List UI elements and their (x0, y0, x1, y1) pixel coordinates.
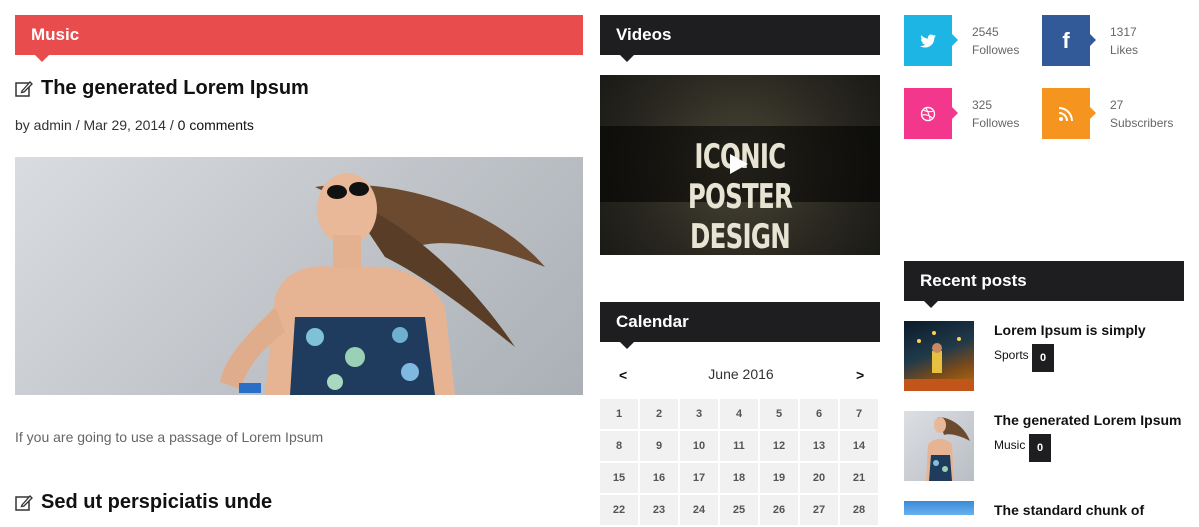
calendar-day[interactable]: 24 (680, 495, 718, 525)
calendar-day[interactable]: 10 (680, 431, 718, 461)
recent-posts-header-notch (924, 301, 938, 308)
calendar-day[interactable]: 27 (800, 495, 838, 525)
recent-posts-heading: Recent posts (920, 271, 1027, 290)
post-title[interactable]: The generated Lorem Ipsum (15, 77, 309, 100)
calendar-day[interactable]: 17 (680, 463, 718, 493)
calendar-day[interactable]: 3 (680, 399, 718, 429)
facebook-label: Likes (1110, 43, 1139, 57)
calendar-day[interactable]: 19 (760, 463, 798, 493)
dribbble-label: Followes (972, 116, 1020, 130)
calendar-day[interactable]: 23 (640, 495, 678, 525)
calendar-week: 1 2 3 4 5 6 7 (600, 399, 880, 429)
calendar-week: 22 23 24 25 26 27 28 (600, 495, 880, 525)
rss-count: 27 (1110, 98, 1124, 112)
edit-icon (15, 80, 33, 97)
calendar-day[interactable]: 5 (760, 399, 798, 429)
post-excerpt: If you are going to use a passage of Lor… (15, 429, 324, 445)
recent-post-title[interactable]: The generated Lorem Ipsum (994, 412, 1181, 428)
post-featured-image[interactable] (15, 157, 583, 395)
facebook-icon: f (1062, 27, 1070, 53)
calendar-week: 15 16 17 18 19 20 21 (600, 463, 880, 493)
post-title-text: Sed ut perspiciatis unde (41, 491, 273, 513)
music-section-header: Music (15, 15, 583, 55)
calendar-day[interactable]: 4 (720, 399, 758, 429)
calendar-day[interactable]: 7 (840, 399, 878, 429)
stadium-illustration (904, 331, 974, 391)
twitter-button[interactable] (904, 15, 952, 66)
calendar-section-header: Calendar (600, 302, 880, 342)
recent-post-title[interactable]: The standard chunk of (994, 502, 1144, 518)
rss-icon (1058, 106, 1073, 121)
twitter-pointer (952, 34, 958, 46)
videos-heading: Videos (616, 25, 672, 44)
calendar-heading: Calendar (616, 312, 689, 331)
recent-post-category[interactable]: Music (994, 438, 1025, 452)
calendar-week: 8 9 10 11 12 13 14 (600, 431, 880, 461)
recent-posts-section-header: Recent posts (904, 261, 1184, 301)
twitter-count-block: 2545 Followes (972, 23, 1019, 59)
twitter-count: 2545 (972, 25, 999, 39)
play-icon[interactable] (730, 154, 748, 174)
calendar-day[interactable]: 25 (720, 495, 758, 525)
calendar-grid: 1 2 3 4 5 6 7 8 9 10 11 12 13 14 15 16 1… (600, 399, 880, 527)
recent-post-thumbnail[interactable] (904, 411, 974, 481)
calendar-day[interactable]: 12 (760, 431, 798, 461)
recent-post-comment-count: 0 (1029, 434, 1051, 462)
woman-photo-illustration (220, 173, 545, 395)
calendar-day[interactable]: 16 (640, 463, 678, 493)
calendar-day[interactable]: 6 (800, 399, 838, 429)
edit-icon (15, 494, 33, 511)
calendar-month-label: June 2016 (708, 366, 774, 382)
recent-post-comment-count: 0 (1032, 344, 1054, 372)
post-title-text: The generated Lorem Ipsum (41, 77, 309, 99)
calendar-day[interactable]: 18 (720, 463, 758, 493)
dribbble-count-block: 325 Followes (972, 96, 1019, 132)
calendar-day[interactable]: 2 (640, 399, 678, 429)
rss-label: Subscribers (1110, 116, 1174, 130)
calendar-day[interactable]: 9 (640, 431, 678, 461)
post-meta: by admin / Mar 29, 2014 / 0 comments (15, 117, 254, 133)
calendar-day[interactable]: 1 (600, 399, 638, 429)
calendar-day[interactable]: 13 (800, 431, 838, 461)
rss-count-block: 27 Subscribers (1110, 96, 1173, 132)
videos-section-header: Videos (600, 15, 880, 55)
twitter-icon (920, 34, 936, 47)
rss-button[interactable] (1042, 88, 1090, 139)
dribbble-count: 325 (972, 98, 993, 112)
calendar-day[interactable]: 15 (600, 463, 638, 493)
recent-post-thumbnail[interactable] (904, 501, 974, 515)
facebook-button[interactable]: f (1042, 15, 1090, 66)
dribbble-pointer (952, 107, 958, 119)
facebook-count: 1317 (1110, 25, 1137, 39)
music-heading: Music (31, 25, 80, 44)
rss-pointer (1090, 107, 1096, 119)
facebook-count-block: 1317 Likes (1110, 23, 1138, 59)
calendar-day[interactable]: 22 (600, 495, 638, 525)
video-player[interactable]: ICONIC POSTER DESIGN (600, 75, 880, 255)
calendar-day[interactable]: 26 (760, 495, 798, 525)
calendar-header-notch (620, 342, 634, 349)
calendar-day[interactable]: 28 (840, 495, 878, 525)
videos-header-notch (620, 55, 634, 62)
post-meta-text: by admin / Mar 29, 2014 / (15, 117, 178, 133)
calendar-day[interactable]: 14 (840, 431, 878, 461)
twitter-label: Followes (972, 43, 1020, 57)
music-header-notch (35, 55, 49, 62)
calendar-day[interactable]: 8 (600, 431, 638, 461)
calendar-day[interactable]: 21 (840, 463, 878, 493)
post-title[interactable]: Sed ut perspiciatis unde (15, 491, 272, 514)
calendar-day[interactable]: 11 (720, 431, 758, 461)
calendar-next-button[interactable]: > (856, 367, 864, 383)
comments-link[interactable]: 0 comments (178, 117, 254, 133)
dribbble-icon (920, 106, 936, 121)
recent-post-thumbnail[interactable] (904, 321, 974, 391)
recent-post-title[interactable]: Lorem Ipsum is simply (994, 322, 1146, 338)
woman-thumbnail-illustration (926, 417, 970, 481)
dribbble-button[interactable] (904, 88, 952, 139)
calendar-day[interactable]: 20 (800, 463, 838, 493)
recent-post-category[interactable]: Sports (994, 348, 1029, 362)
facebook-pointer (1090, 34, 1096, 46)
